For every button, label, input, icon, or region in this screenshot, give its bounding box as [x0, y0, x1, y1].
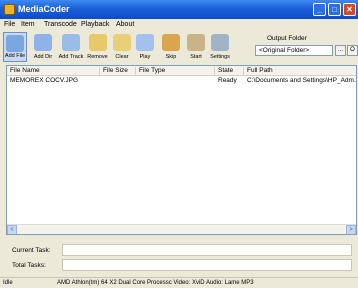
skip-label: Skip [165, 54, 177, 60]
menu-transcode[interactable]: Transcode [44, 21, 77, 28]
state-cell: Ready [218, 77, 237, 84]
table-row[interactable]: MEMOREX COCV.JPG Ready C:\Documents and … [7, 77, 356, 86]
menu-bar: File Item Transcode Playback About [0, 19, 358, 30]
add-track-icon [62, 34, 80, 51]
start-icon [187, 34, 205, 51]
remove-icon [88, 34, 107, 51]
add-file-label: Add File [4, 53, 26, 59]
browse-button[interactable]: ... [335, 45, 346, 56]
clear-button[interactable]: Clear [110, 32, 134, 62]
output-folder-label: Output Folder [267, 35, 307, 42]
column-file-size[interactable]: File Size [100, 67, 136, 75]
minimize-button[interactable]: _ [313, 3, 326, 16]
clear-icon [113, 34, 131, 51]
column-file-name[interactable]: File Name [7, 67, 100, 75]
maximize-button[interactable]: □ [328, 3, 341, 16]
menu-about[interactable]: About [116, 21, 134, 28]
play-button[interactable]: Play [134, 32, 156, 62]
start-label: Start [190, 54, 202, 60]
file-name-cell: MEMOREX COCV.JPG [10, 77, 79, 84]
status-bar: Idle AMD Athlon(tm) 64 X2 Dual Core Proc… [0, 277, 358, 288]
scroll-right-icon[interactable]: > [346, 225, 356, 234]
add-file-icon [6, 35, 24, 52]
start-button[interactable]: Start [185, 32, 207, 62]
scroll-left-icon[interactable]: < [7, 225, 17, 234]
play-icon [136, 34, 154, 51]
file-list[interactable]: File Name File Size File Type State Full… [6, 65, 357, 235]
clear-label: Clear [115, 54, 129, 60]
menu-playback[interactable]: Playback [81, 21, 109, 28]
remove-button[interactable]: Remove [85, 32, 110, 62]
current-task-label: Current Task: [12, 247, 51, 254]
add-dir-icon [34, 34, 52, 51]
column-full-path[interactable]: Full Path [244, 67, 356, 75]
column-file-type[interactable]: File Type [136, 67, 215, 75]
status-info: AMD Athlon(tm) 64 X2 Dual Core Processc … [57, 280, 254, 286]
output-folder-select[interactable]: <Original Folder> [255, 45, 333, 56]
menu-item[interactable]: Item [21, 21, 35, 28]
status-state: Idle [3, 280, 13, 286]
skip-icon [162, 34, 180, 51]
add-dir-label: Add Dir [33, 54, 53, 60]
window-title: MediaCoder [18, 4, 70, 14]
settings-label: Settings [210, 54, 230, 60]
column-state[interactable]: State [215, 67, 244, 75]
skip-button[interactable]: Skip [160, 32, 182, 62]
settings-icon [211, 34, 229, 51]
settings-button[interactable]: Settings [208, 32, 232, 62]
menu-file[interactable]: File [4, 21, 15, 28]
app-icon [4, 4, 15, 15]
total-tasks-label: Total Tasks: [12, 262, 46, 269]
remove-label: Remove [87, 54, 108, 60]
play-label: Play [139, 54, 151, 60]
add-track-label: Add Track [58, 54, 84, 60]
close-button[interactable]: ✕ [343, 3, 356, 16]
open-folder-button[interactable]: O [347, 45, 358, 56]
full-path-cell: C:\Documents and Settings\HP_Adm... [247, 77, 357, 84]
add-dir-button[interactable]: Add Dir [31, 32, 55, 62]
title-bar: MediaCoder _ □ ✕ [0, 0, 358, 19]
list-header: File Name File Size File Type State Full… [7, 66, 356, 76]
horizontal-scrollbar[interactable]: < > [7, 224, 356, 234]
current-task-box [62, 244, 352, 256]
total-tasks-box [62, 259, 352, 271]
add-file-button[interactable]: Add File [3, 32, 27, 62]
add-track-button[interactable]: Add Track [57, 32, 85, 62]
